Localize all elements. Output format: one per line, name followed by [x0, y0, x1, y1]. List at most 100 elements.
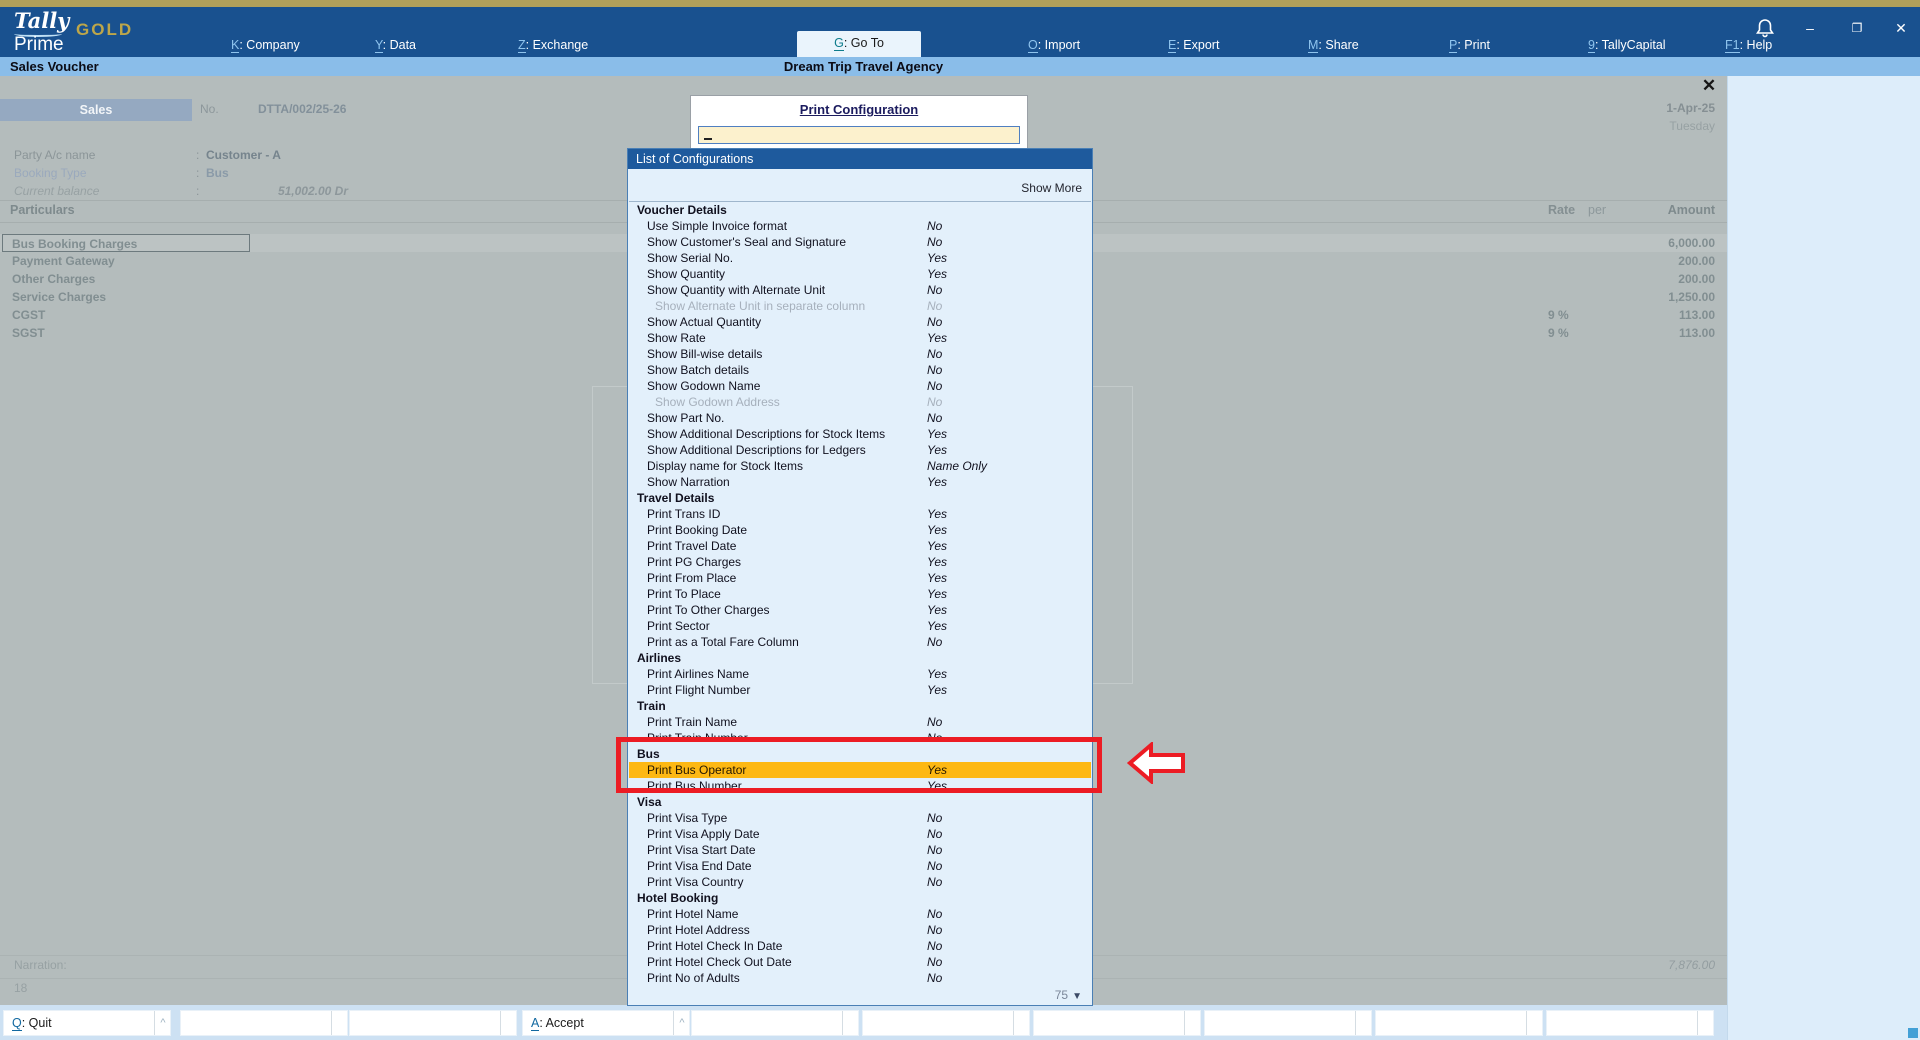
configuration-row[interactable]: Print Visa Type No: [629, 810, 1091, 826]
top-menu-item[interactable]: O: Import: [1028, 35, 1080, 55]
top-menu-item[interactable]: E: Export: [1168, 35, 1219, 55]
bottom-bar-button[interactable]: [691, 1010, 859, 1036]
window-close-button[interactable]: ✕: [1888, 15, 1914, 41]
top-menu-item[interactable]: G: Go To: [797, 31, 921, 57]
configuration-row[interactable]: Print Train Name No: [629, 714, 1091, 730]
configuration-row[interactable]: Print Visa Start Date No: [629, 842, 1091, 858]
configuration-value: No: [927, 907, 943, 921]
configuration-row[interactable]: Show Narration Yes: [629, 474, 1091, 490]
configuration-row[interactable]: Train: [629, 698, 1091, 714]
button-expand-caret[interactable]: ^: [673, 1011, 690, 1035]
configuration-search-input[interactable]: [698, 126, 1020, 144]
configuration-row[interactable]: Show Rate Yes: [629, 330, 1091, 346]
configuration-value: Yes: [927, 619, 948, 633]
configuration-label: Show Godown Address: [655, 395, 780, 409]
configuration-row[interactable]: Show Bill-wise details No: [629, 346, 1091, 362]
configuration-row[interactable]: Airlines: [629, 650, 1091, 666]
configuration-row[interactable]: Voucher Details: [629, 202, 1091, 218]
configuration-row[interactable]: Print Visa Country No: [629, 874, 1091, 890]
configuration-row[interactable]: Show Actual Quantity No: [629, 314, 1091, 330]
bottom-bar-button[interactable]: [349, 1010, 517, 1036]
bottom-bar-button[interactable]: [1204, 1010, 1372, 1036]
configuration-row[interactable]: Print Travel Date Yes: [629, 538, 1091, 554]
top-menu-item[interactable]: M: Share: [1308, 35, 1359, 55]
configuration-row[interactable]: Show Part No. No: [629, 410, 1091, 426]
configuration-row[interactable]: Show Customer's Seal and Signature No: [629, 234, 1091, 250]
show-more-link[interactable]: Show More: [1021, 181, 1082, 195]
minimize-button[interactable]: –: [1797, 15, 1823, 41]
configuration-row[interactable]: Print Trans ID Yes: [629, 506, 1091, 522]
menu-item-label: : Exchange: [525, 38, 589, 52]
bottom-bar-button[interactable]: [862, 1010, 1030, 1036]
menu-shortcut-key: G: [834, 36, 844, 51]
bottom-bar-button[interactable]: [1033, 1010, 1201, 1036]
configuration-label: Print To Other Charges: [647, 603, 770, 617]
configuration-row[interactable]: Show Batch details No: [629, 362, 1091, 378]
configuration-row[interactable]: Travel Details: [629, 490, 1091, 506]
button-expand-caret[interactable]: [331, 1011, 348, 1035]
voucher-close-icon[interactable]: ✕: [1698, 76, 1720, 96]
print-configuration-title: Print Configuration: [799, 102, 919, 117]
configuration-row[interactable]: Show Quantity Yes: [629, 266, 1091, 282]
button-expand-caret[interactable]: [1526, 1011, 1543, 1035]
configuration-row[interactable]: Display name for Stock Items Name Only: [629, 458, 1091, 474]
configuration-row[interactable]: Hotel Booking: [629, 890, 1091, 906]
button-expand-caret[interactable]: [500, 1011, 517, 1035]
configuration-label: Print To Place: [647, 587, 721, 601]
button-expand-caret[interactable]: [1355, 1011, 1372, 1035]
configuration-row[interactable]: Show Godown Name No: [629, 378, 1091, 394]
configuration-row[interactable]: Print Hotel Address No: [629, 922, 1091, 938]
configuration-row[interactable]: Print To Place Yes: [629, 586, 1091, 602]
top-menu-item[interactable]: Z: Exchange: [518, 35, 588, 55]
button-expand-caret[interactable]: [1013, 1011, 1030, 1035]
row-count: 75: [1054, 988, 1069, 1002]
menu-item-label: : TallyCapital: [1594, 38, 1666, 52]
configuration-value: Yes: [927, 603, 948, 617]
configuration-row[interactable]: Print Airlines Name Yes: [629, 666, 1091, 682]
configuration-row[interactable]: Show Godown Address No: [629, 394, 1091, 410]
bottom-bar-button[interactable]: [1375, 1010, 1543, 1036]
row-count-indicator[interactable]: 75 ▼: [1055, 988, 1082, 1002]
bottom-button-label: [1376, 1011, 1526, 1035]
notification-bell-icon[interactable]: [1752, 15, 1778, 41]
bottom-bar-button[interactable]: Q: Quit ^: [3, 1010, 171, 1036]
configuration-row[interactable]: Print To Other Charges Yes: [629, 602, 1091, 618]
button-expand-caret[interactable]: [842, 1011, 859, 1035]
configuration-row[interactable]: Show Alternate Unit in separate column N…: [629, 298, 1091, 314]
configuration-row[interactable]: Print From Place Yes: [629, 570, 1091, 586]
configuration-row[interactable]: Print Hotel Name No: [629, 906, 1091, 922]
top-menu-item[interactable]: P: Print: [1449, 35, 1490, 55]
configuration-row[interactable]: Print Visa End Date No: [629, 858, 1091, 874]
button-expand-caret[interactable]: [1697, 1011, 1714, 1035]
configuration-row[interactable]: Show Additional Descriptions for Stock I…: [629, 426, 1091, 442]
configuration-row[interactable]: Print as a Total Fare Column No: [629, 634, 1091, 650]
configuration-row[interactable]: Print Visa Apply Date No: [629, 826, 1091, 842]
bottom-button-label: [350, 1011, 500, 1035]
button-expand-caret[interactable]: ^: [154, 1011, 171, 1035]
configuration-row[interactable]: Use Simple Invoice format No: [629, 218, 1091, 234]
bottom-bar-button[interactable]: [1546, 1010, 1714, 1036]
bottom-bar-button[interactable]: A: Accept ^: [522, 1010, 690, 1036]
configuration-row[interactable]: Show Quantity with Alternate Unit No: [629, 282, 1091, 298]
top-menu-item[interactable]: Y: Data: [375, 35, 416, 55]
configuration-row[interactable]: Print Booking Date Yes: [629, 522, 1091, 538]
maximize-button[interactable]: ❐: [1844, 15, 1870, 41]
configuration-row[interactable]: Print No of Adults No: [629, 970, 1091, 986]
configuration-label: Print Hotel Address: [647, 923, 750, 937]
bottom-bar-button[interactable]: [180, 1010, 348, 1036]
configuration-label: Show Narration: [647, 475, 730, 489]
button-expand-caret[interactable]: [1184, 1011, 1201, 1035]
top-menu-item[interactable]: K: Company: [231, 35, 300, 55]
configuration-row[interactable]: Visa: [629, 794, 1091, 810]
menu-shortcut-key: O: [1028, 38, 1038, 53]
configuration-row[interactable]: Print Hotel Check In Date No: [629, 938, 1091, 954]
configuration-row[interactable]: Show Additional Descriptions for Ledgers…: [629, 442, 1091, 458]
configuration-row[interactable]: Show Serial No. Yes: [629, 250, 1091, 266]
configuration-row[interactable]: Print Sector Yes: [629, 618, 1091, 634]
configuration-row[interactable]: Print PG Charges Yes: [629, 554, 1091, 570]
configuration-label: Show Alternate Unit in separate column: [655, 299, 866, 313]
configuration-label: Hotel Booking: [637, 891, 719, 905]
top-menu-item[interactable]: 9: TallyCapital: [1588, 35, 1666, 55]
configuration-row[interactable]: Print Hotel Check Out Date No: [629, 954, 1091, 970]
configuration-row[interactable]: Print Flight Number Yes: [629, 682, 1091, 698]
